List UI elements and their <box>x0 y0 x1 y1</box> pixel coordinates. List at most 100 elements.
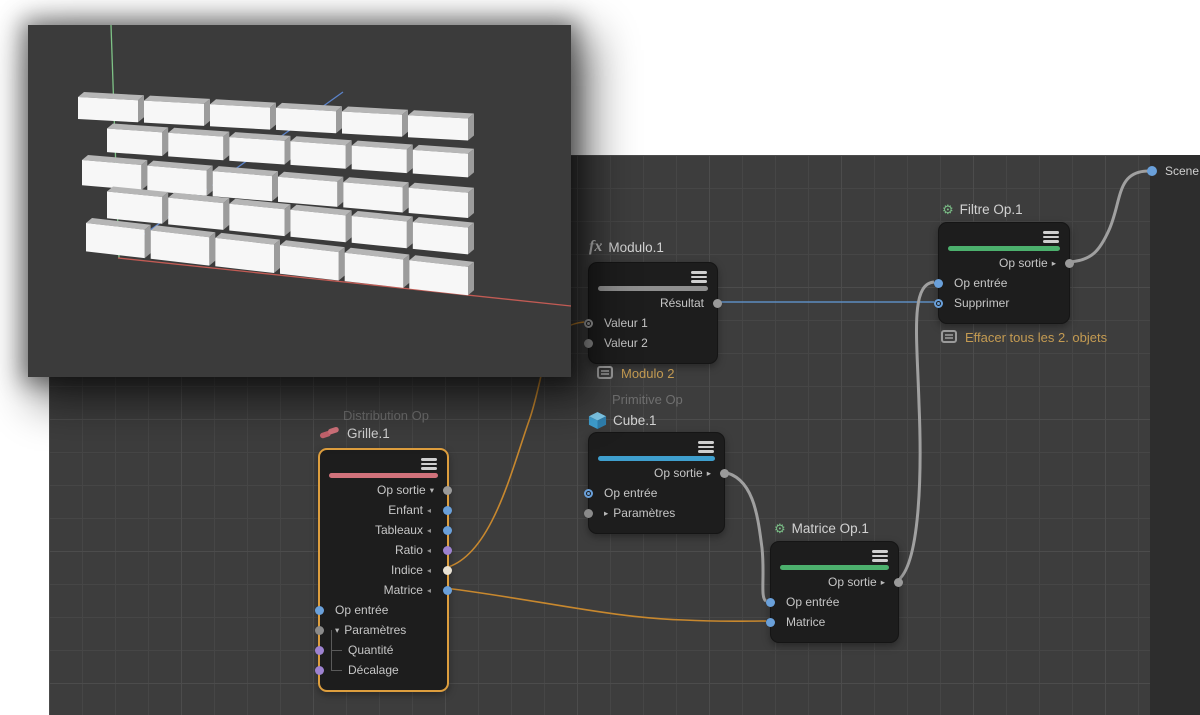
port-ratio[interactable]: Ratio ◂ <box>320 540 447 560</box>
node-header-grille: Grille.1 <box>319 426 390 441</box>
port-menu-triangle-icon[interactable]: ▸ <box>881 577 885 588</box>
port-tableaux[interactable]: Tableaux◂ <box>320 520 447 540</box>
port-matrice[interactable]: Matrice◂ <box>320 580 447 600</box>
menu-icon[interactable] <box>1043 231 1059 243</box>
menu-icon[interactable] <box>421 458 437 470</box>
3d-viewport-window[interactable] <box>28 25 571 377</box>
node-cube[interactable]: Op sortie ▸ Op entrée ▸ Paramètres <box>588 432 725 534</box>
port-menu-triangle-icon[interactable]: ▸ <box>707 468 711 479</box>
port-menu-triangle-icon[interactable]: ▾ <box>430 485 434 496</box>
port-label: Paramètres <box>344 623 406 637</box>
port-dot[interactable] <box>584 319 593 328</box>
brick-face <box>210 104 270 129</box>
port-valeur-2[interactable]: Valeur 2 <box>589 333 717 353</box>
node-grille[interactable]: Op sortie▾Enfant◂Tableaux◂Ratio◂Indice◂M… <box>318 448 449 692</box>
node-title: Filtre Op.1 <box>960 202 1023 217</box>
menu-icon[interactable] <box>872 550 888 562</box>
scene-label: Scene <box>1165 164 1199 178</box>
node-title: Grille.1 <box>347 426 390 441</box>
port-label: Op entrée <box>954 276 1007 290</box>
brick-face <box>339 247 345 280</box>
brick-face <box>346 140 352 169</box>
port-dot[interactable] <box>443 486 452 495</box>
port-op-sortie[interactable]: Op sortie▸ <box>771 572 898 592</box>
port-dot[interactable] <box>443 526 452 535</box>
gear-icon: ⚙ <box>774 522 786 535</box>
distribution-icon <box>319 426 341 441</box>
brick-face <box>168 133 223 160</box>
port-param-tres[interactable]: ▸ Paramètres <box>589 503 724 523</box>
port-dot[interactable] <box>584 489 593 498</box>
node-color-strip <box>948 246 1060 251</box>
brick-face <box>403 255 409 288</box>
port-op-sortie[interactable]: Op sortie▸ <box>939 253 1069 273</box>
port-dot[interactable] <box>443 566 452 575</box>
brick-face <box>229 137 284 164</box>
port-label: Enfant <box>388 503 423 517</box>
node-modulo[interactable]: Résultat Valeur 1Valeur 2 <box>588 262 718 364</box>
port-enfant[interactable]: Enfant◂ <box>320 500 447 520</box>
brick-face <box>343 182 402 212</box>
port-indice[interactable]: Indice◂ <box>320 560 447 580</box>
port-r-sultat[interactable]: Résultat <box>589 293 717 313</box>
brick-face <box>168 198 223 230</box>
port-d-calage[interactable]: Décalage <box>320 660 447 680</box>
brick-face <box>337 177 343 207</box>
port-supprimer[interactable]: Supprimer <box>939 293 1069 313</box>
port-dot[interactable] <box>934 299 943 308</box>
node-filtre[interactable]: Op sortie▸ Op entrée Supprimer <box>938 222 1070 324</box>
port-op-sortie[interactable]: Op sortie ▸ <box>589 463 724 483</box>
port-op-entr-e[interactable]: Op entrée <box>320 600 447 620</box>
brick-face <box>213 171 272 201</box>
brick-face <box>407 217 413 249</box>
port-dot[interactable] <box>443 506 452 515</box>
port-dot[interactable] <box>584 509 593 518</box>
port-valeur-1[interactable]: Valeur 1 <box>589 313 717 333</box>
port-dot[interactable] <box>443 546 452 555</box>
comment-filtre[interactable]: Effacer tous les 2. objets <box>941 330 1107 345</box>
brick-face <box>278 177 337 207</box>
gear-icon: ⚙ <box>942 203 954 216</box>
port-op-entr-e[interactable]: Op entrée <box>771 592 898 612</box>
port-dot[interactable] <box>443 586 452 595</box>
port-dot[interactable] <box>766 598 775 607</box>
scene-output: Scene <box>1147 164 1199 178</box>
expand-triangle-icon[interactable]: ▸ <box>604 508 608 519</box>
node-matrice[interactable]: Op sortie▸Op entréeMatrice <box>770 541 899 643</box>
port-dot[interactable] <box>315 666 324 675</box>
brick-face <box>107 129 162 157</box>
brick-face <box>145 225 151 258</box>
port-matrice[interactable]: Matrice <box>771 612 898 632</box>
port-tick-icon: ◂ <box>427 546 431 555</box>
port-op-sortie[interactable]: Op sortie▾ <box>320 480 447 500</box>
port-op-entr-e[interactable]: Op entrée <box>589 483 724 503</box>
brick-face <box>207 166 213 196</box>
port-label: Quantité <box>348 643 393 657</box>
port-dot[interactable] <box>720 469 729 478</box>
port-op-entr-e[interactable]: Op entrée <box>939 273 1069 293</box>
port-label: Op sortie <box>654 466 703 480</box>
port-label: Résultat <box>660 296 704 310</box>
scene-port-dot[interactable] <box>1147 166 1157 176</box>
port-label: Paramètres <box>613 506 675 520</box>
menu-icon[interactable] <box>698 441 714 453</box>
port-dot[interactable] <box>315 606 324 615</box>
brick-face <box>285 204 291 236</box>
port-dot[interactable] <box>766 618 775 627</box>
port-label: Indice <box>391 563 423 577</box>
port-dot[interactable] <box>934 279 943 288</box>
port-dot[interactable] <box>1065 259 1074 268</box>
brick-face <box>82 160 141 190</box>
port-dot[interactable] <box>584 339 593 348</box>
port-label: Ratio <box>395 543 423 557</box>
port-dot[interactable] <box>894 578 903 587</box>
menu-icon[interactable] <box>691 271 707 283</box>
brick-face <box>291 141 346 169</box>
port-dot[interactable] <box>713 299 722 308</box>
port-tick-icon: ◂ <box>427 526 431 535</box>
port-menu-triangle-icon[interactable]: ▸ <box>1052 258 1056 269</box>
port-dot[interactable] <box>315 626 324 635</box>
port-dot[interactable] <box>315 646 324 655</box>
comment-modulo[interactable]: Modulo 2 <box>597 366 674 381</box>
brick-face <box>403 182 409 212</box>
